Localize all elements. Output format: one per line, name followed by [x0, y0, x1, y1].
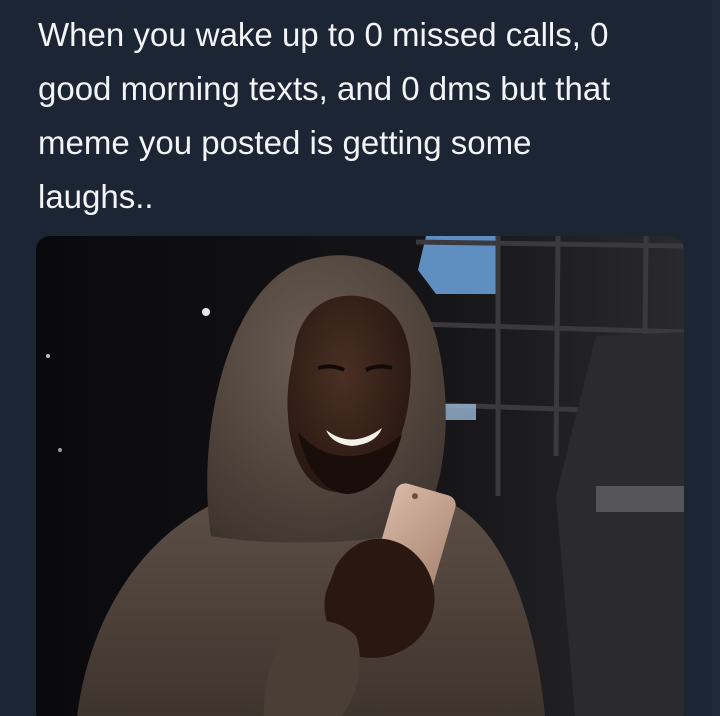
metal-bar — [596, 486, 684, 512]
light — [46, 354, 50, 358]
caption-line: good morning texts, and 0 dms but that — [38, 70, 611, 107]
meme-photo[interactable] — [36, 236, 684, 716]
post-caption: When you wake up to 0 missed calls, 0 go… — [38, 8, 698, 224]
light — [58, 448, 62, 452]
tweet-screenshot: When you wake up to 0 missed calls, 0 go… — [0, 0, 720, 716]
caption-line: When you wake up to 0 missed calls, 0 — [38, 16, 609, 53]
caption-line: meme you posted is getting some — [38, 124, 532, 161]
light — [202, 308, 210, 316]
meme-photo-illustration — [36, 236, 684, 716]
caption-line: laughs.. — [38, 178, 154, 215]
edge-strip — [712, 0, 720, 716]
